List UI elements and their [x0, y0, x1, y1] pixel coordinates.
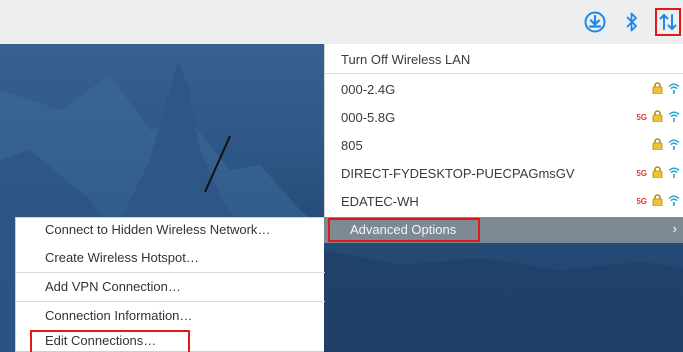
advanced-options-submenu: Connect to Hidden Wireless Network… Crea… [15, 217, 325, 352]
advanced-options-item[interactable]: Advanced Options › [324, 217, 683, 243]
network-item[interactable]: 000-5.8G 5G [325, 105, 683, 129]
band-5g-badge: 5G [636, 112, 647, 122]
taskbar [0, 0, 683, 44]
lock-icon [652, 165, 663, 181]
turn-off-wireless-label: Turn Off Wireless LAN [341, 51, 471, 67]
network-ssid: DIRECT-FYDESKTOP-PUECPAGmsGV [341, 165, 575, 181]
band-5g-badge: 5G [636, 168, 647, 178]
connection-information-item[interactable]: Connection Information… [16, 304, 325, 328]
menu-divider [16, 272, 325, 273]
network-ssid: 000-5.8G [341, 109, 396, 125]
create-hotspot-item[interactable]: Create Wireless Hotspot… [16, 246, 325, 270]
lock-icon [652, 109, 663, 125]
network-ssid: EDATEC-WH [341, 193, 419, 209]
network-ssid: 805 [341, 137, 363, 153]
wifi-signal-icon [668, 166, 680, 181]
wifi-menu: Turn Off Wireless LAN 000-2.4G 000-5.8G … [324, 44, 683, 217]
network-ssid: 000-2.4G [341, 81, 396, 97]
network-item[interactable]: 000-2.4G [325, 77, 683, 101]
lock-icon [652, 81, 663, 97]
add-vpn-connection-item[interactable]: Add VPN Connection… [16, 275, 325, 299]
lock-icon [652, 193, 663, 209]
download-icon[interactable] [583, 10, 607, 34]
chevron-right-icon: › [672, 221, 677, 236]
wifi-signal-icon [668, 138, 680, 153]
wifi-signal-icon [668, 82, 680, 97]
band-5g-badge: 5G [636, 196, 647, 206]
network-item[interactable]: DIRECT-FYDESKTOP-PUECPAGmsGV 5G [325, 161, 683, 185]
menu-divider [325, 73, 683, 74]
advanced-options-label: Advanced Options [328, 218, 480, 242]
network-item[interactable]: EDATEC-WH 5G [325, 189, 683, 213]
bluetooth-icon[interactable] [620, 10, 644, 34]
lock-icon [652, 137, 663, 153]
network-icon[interactable] [655, 8, 681, 36]
wifi-signal-icon [668, 194, 680, 209]
wifi-signal-icon [668, 110, 680, 125]
edit-connections-highlight [30, 330, 190, 352]
turn-off-wireless-item[interactable]: Turn Off Wireless LAN [325, 47, 683, 71]
connect-hidden-network-item[interactable]: Connect to Hidden Wireless Network… [16, 218, 325, 242]
network-item[interactable]: 805 [325, 133, 683, 157]
menu-divider [16, 301, 325, 302]
